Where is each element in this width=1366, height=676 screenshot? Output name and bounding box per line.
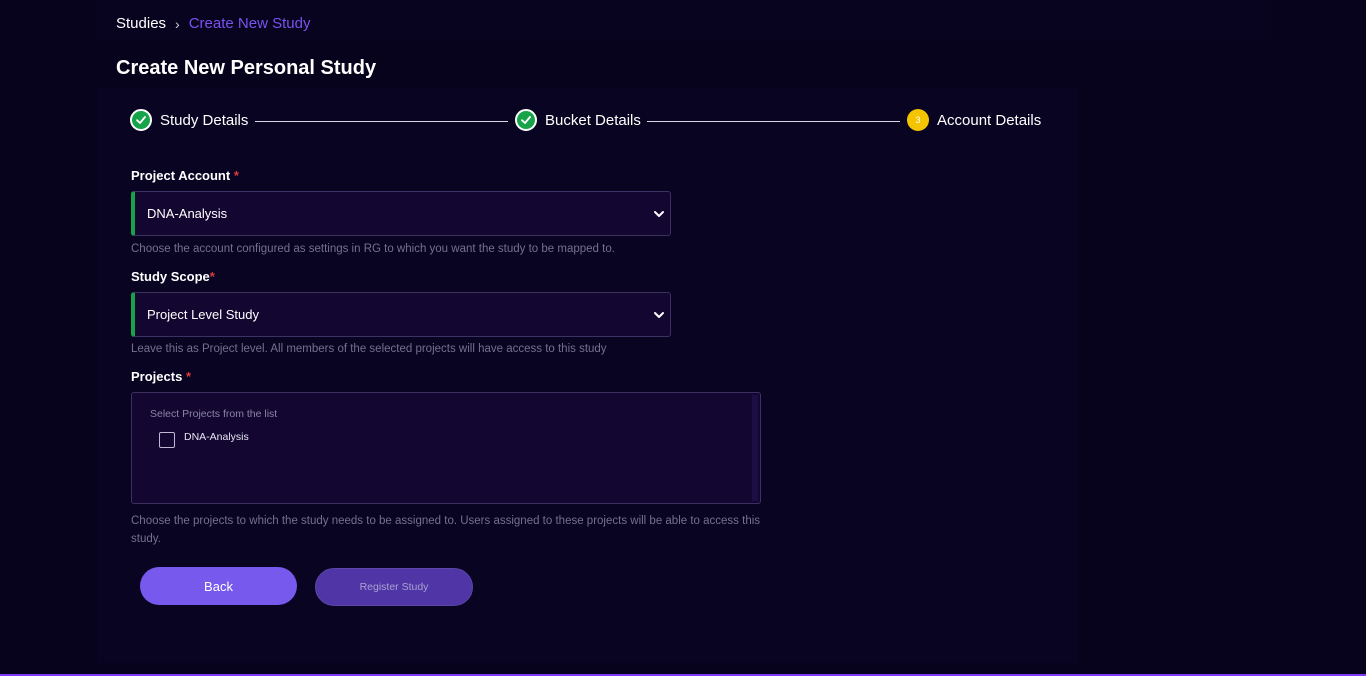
project-item-label: DNA-Analysis <box>184 431 249 443</box>
step-label: Bucket Details <box>545 111 641 129</box>
required-mark: * <box>209 269 215 284</box>
project-account-label-text: Project Account <box>131 168 231 183</box>
page-title: Create New Personal Study <box>116 57 377 79</box>
breadcrumb-current: Create New Study <box>188 15 311 32</box>
back-button[interactable]: Back <box>140 567 297 605</box>
study-scope-label-text: Study Scope <box>131 269 210 284</box>
check-icon <box>130 109 152 131</box>
project-account-help: Choose the account configured as setting… <box>131 243 615 255</box>
chevron-right-icon: › <box>175 15 180 32</box>
projects-help: Choose the projects to which the study n… <box>131 515 761 545</box>
project-account-select[interactable]: DNA-Analysis <box>131 191 671 236</box>
step-bucket-details: Bucket Details <box>515 109 641 131</box>
step-connector <box>255 121 508 122</box>
step-number-badge: 3 <box>907 109 929 131</box>
chevron-down-icon <box>654 210 664 217</box>
breadcrumb-studies-link[interactable]: Studies <box>116 15 166 32</box>
projects-scrollbar[interactable] <box>752 395 758 501</box>
projects-label-text: Projects <box>131 369 183 384</box>
step-connector <box>647 121 900 122</box>
stepper: Study Details Bucket Details 3 Account D… <box>130 109 1045 133</box>
projects-list[interactable]: Select Projects from the list DNA-Analys… <box>131 392 761 504</box>
project-account-value: DNA-Analysis <box>147 206 228 221</box>
projects-label: Projects * <box>131 369 191 384</box>
step-label: Account Details <box>937 111 1042 129</box>
project-item-dna-analysis[interactable]: DNA-Analysis <box>159 431 249 448</box>
project-account-label: Project Account * <box>131 168 239 183</box>
required-mark: * <box>185 369 191 384</box>
step-account-details: 3 Account Details <box>907 109 1041 131</box>
chevron-down-icon <box>654 311 664 318</box>
step-study-details: Study Details <box>130 109 248 131</box>
study-scope-help: Leave this as Project level. All members… <box>131 343 607 355</box>
study-scope-label: Study Scope* <box>131 269 215 284</box>
study-scope-value: Project Level Study <box>147 307 260 322</box>
step-label: Study Details <box>160 111 249 129</box>
study-scope-select[interactable]: Project Level Study <box>131 292 671 337</box>
breadcrumb: Studies › Create New Study <box>116 15 310 32</box>
check-icon <box>515 109 537 131</box>
required-mark: * <box>233 168 239 183</box>
projects-hint: Select Projects from the list <box>150 408 278 420</box>
project-checkbox[interactable] <box>159 432 175 448</box>
register-study-button[interactable]: Register Study <box>315 568 473 606</box>
